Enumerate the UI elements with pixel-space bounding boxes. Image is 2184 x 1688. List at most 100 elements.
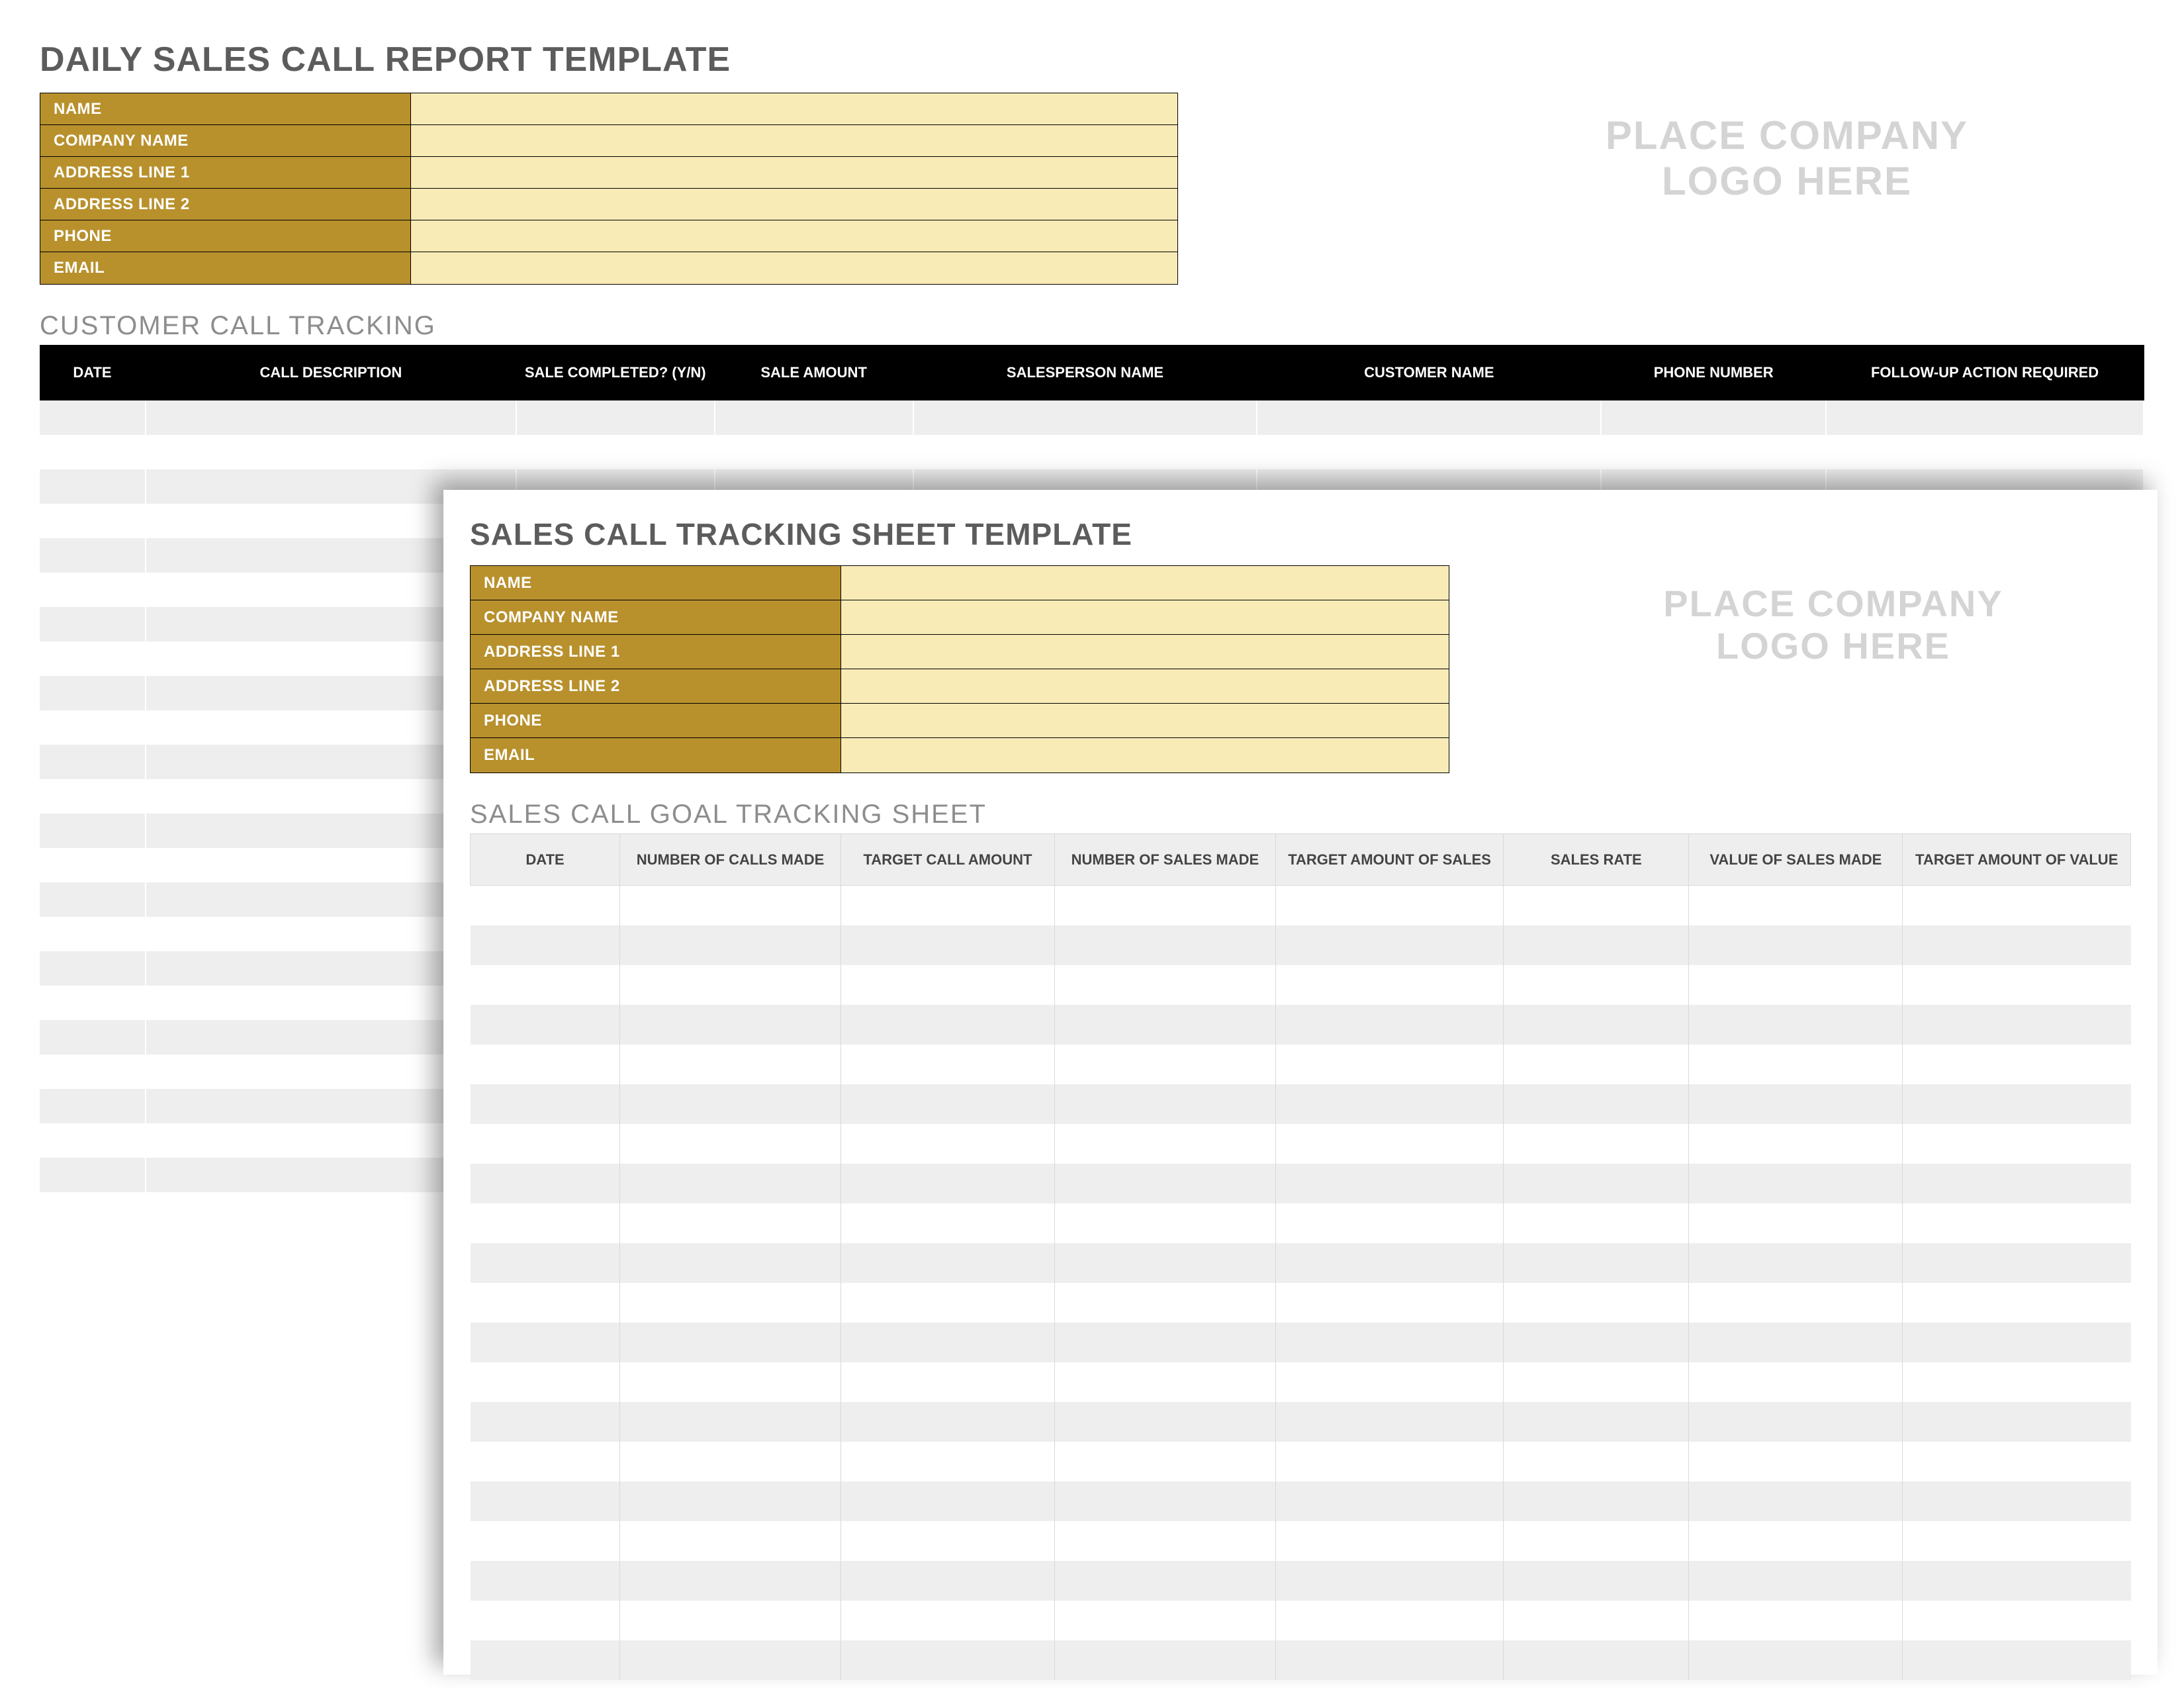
cell[interactable]: [1903, 1084, 2131, 1124]
cell[interactable]: [471, 1243, 620, 1283]
cell[interactable]: [1903, 1601, 2131, 1640]
cell[interactable]: [1903, 1164, 2131, 1203]
cell[interactable]: [146, 400, 516, 435]
cell[interactable]: [1689, 1402, 1903, 1442]
cell[interactable]: [471, 1362, 620, 1402]
cell[interactable]: [471, 1124, 620, 1164]
cell[interactable]: [1903, 886, 2131, 925]
cell[interactable]: [40, 710, 146, 745]
cell[interactable]: [471, 965, 620, 1005]
cell[interactable]: [841, 1243, 1054, 1283]
cell[interactable]: [841, 925, 1054, 965]
cell[interactable]: [1903, 1481, 2131, 1521]
cell[interactable]: [1903, 1640, 2131, 1680]
cell[interactable]: [620, 1323, 841, 1362]
cell[interactable]: [841, 1203, 1054, 1243]
cell[interactable]: [1689, 965, 1903, 1005]
cell[interactable]: [1054, 1521, 1275, 1561]
cell[interactable]: [471, 1084, 620, 1124]
cell[interactable]: [1275, 886, 1504, 925]
cell[interactable]: [1504, 1442, 1689, 1481]
info-input-company[interactable]: [841, 600, 1449, 634]
cell[interactable]: [1054, 1481, 1275, 1521]
cell[interactable]: [841, 1521, 1054, 1561]
cell[interactable]: [1275, 1164, 1504, 1203]
cell[interactable]: [1903, 1243, 2131, 1283]
cell[interactable]: [1504, 1203, 1689, 1243]
cell[interactable]: [1275, 1045, 1504, 1084]
cell[interactable]: [1689, 1442, 1903, 1481]
cell[interactable]: [1504, 1601, 1689, 1640]
cell[interactable]: [471, 1561, 620, 1601]
cell[interactable]: [40, 573, 146, 607]
cell[interactable]: [40, 676, 146, 710]
cell[interactable]: [841, 1164, 1054, 1203]
cell[interactable]: [471, 1481, 620, 1521]
cell[interactable]: [1504, 1561, 1689, 1601]
cell[interactable]: [1903, 1045, 2131, 1084]
cell[interactable]: [1275, 1283, 1504, 1323]
cell[interactable]: [620, 1521, 841, 1561]
cell[interactable]: [1689, 1005, 1903, 1045]
cell[interactable]: [1275, 1243, 1504, 1283]
cell[interactable]: [1903, 1124, 2131, 1164]
cell[interactable]: [1903, 1005, 2131, 1045]
cell[interactable]: [471, 1005, 620, 1045]
cell[interactable]: [1826, 400, 2144, 435]
cell[interactable]: [1275, 1084, 1504, 1124]
cell[interactable]: [1275, 1005, 1504, 1045]
cell[interactable]: [1504, 1640, 1689, 1680]
cell[interactable]: [40, 779, 146, 814]
cell[interactable]: [1054, 1164, 1275, 1203]
cell[interactable]: [1689, 1601, 1903, 1640]
cell[interactable]: [1689, 1045, 1903, 1084]
cell[interactable]: [1275, 1521, 1504, 1561]
info-input-name[interactable]: [411, 93, 1177, 124]
cell[interactable]: [620, 886, 841, 925]
cell[interactable]: [1275, 1442, 1504, 1481]
cell[interactable]: [1275, 1640, 1504, 1680]
cell[interactable]: [1689, 1243, 1903, 1283]
cell[interactable]: [1275, 1323, 1504, 1362]
cell[interactable]: [1689, 1362, 1903, 1402]
cell[interactable]: [620, 1005, 841, 1045]
info-input-address2[interactable]: [411, 189, 1177, 220]
cell[interactable]: [715, 400, 913, 435]
cell[interactable]: [1054, 1283, 1275, 1323]
cell[interactable]: [841, 1362, 1054, 1402]
cell[interactable]: [40, 1123, 146, 1158]
cell[interactable]: [841, 1283, 1054, 1323]
cell[interactable]: [620, 1362, 841, 1402]
cell[interactable]: [1903, 965, 2131, 1005]
cell[interactable]: [1504, 1164, 1689, 1203]
info-input-email[interactable]: [411, 252, 1177, 284]
cell[interactable]: [1601, 435, 1826, 469]
cell[interactable]: [1054, 1561, 1275, 1601]
cell[interactable]: [1054, 925, 1275, 965]
cell[interactable]: [1257, 400, 1601, 435]
cell[interactable]: [620, 1243, 841, 1283]
cell[interactable]: [913, 400, 1257, 435]
cell[interactable]: [1504, 1481, 1689, 1521]
cell[interactable]: [40, 745, 146, 779]
info-input-phone[interactable]: [841, 704, 1449, 737]
cell[interactable]: [1903, 1203, 2131, 1243]
cell[interactable]: [620, 1561, 841, 1601]
cell[interactable]: [40, 435, 146, 469]
cell[interactable]: [40, 1158, 146, 1192]
cell[interactable]: [1504, 1124, 1689, 1164]
cell[interactable]: [841, 1124, 1054, 1164]
info-input-address1[interactable]: [411, 157, 1177, 188]
cell[interactable]: [1275, 965, 1504, 1005]
cell[interactable]: [1504, 965, 1689, 1005]
cell[interactable]: [620, 1203, 841, 1243]
cell[interactable]: [841, 886, 1054, 925]
cell[interactable]: [913, 435, 1257, 469]
cell[interactable]: [1903, 1283, 2131, 1323]
cell[interactable]: [40, 504, 146, 538]
cell[interactable]: [1689, 1521, 1903, 1561]
cell[interactable]: [40, 469, 146, 504]
cell[interactable]: [1054, 1243, 1275, 1283]
cell[interactable]: [1903, 1362, 2131, 1402]
cell[interactable]: [1275, 1402, 1504, 1442]
